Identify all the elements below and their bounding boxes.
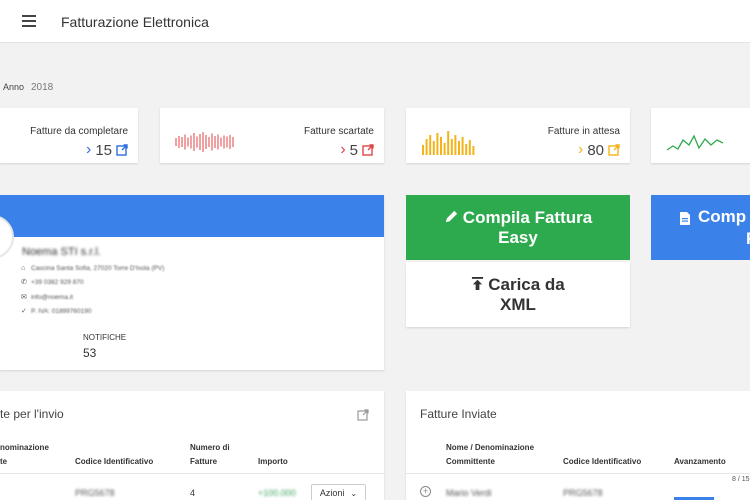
actions-dropdown-button[interactable]: Azioni ⌄ xyxy=(311,484,366,500)
column-header-name[interactable]: nominazione te xyxy=(0,441,49,469)
external-link-icon[interactable] xyxy=(116,144,128,156)
bar-mark xyxy=(454,135,457,155)
stat-value: › 80 xyxy=(578,141,620,159)
bar-mark xyxy=(432,141,435,155)
chevron-right-icon: › xyxy=(85,141,92,158)
stat-card-sent[interactable] xyxy=(651,108,750,163)
stat-value: › 15 xyxy=(86,141,128,159)
menu-icon[interactable] xyxy=(22,15,36,27)
email-row: ✉ info@noema.it xyxy=(21,294,74,301)
stat-card-rejected[interactable]: Fatture scartate › 5 xyxy=(160,108,384,163)
document-icon xyxy=(680,212,690,225)
bar-mark xyxy=(458,141,460,155)
compile-easy-label: Compila Fattura Easy xyxy=(423,208,613,248)
pending-bar-chart xyxy=(422,131,475,155)
row-amount: +100.000 xyxy=(258,488,296,498)
stat-value: › 5 xyxy=(340,141,374,159)
compile-full-button[interactable]: Comp F xyxy=(651,195,750,260)
compile-full-label-line2: F xyxy=(746,229,750,249)
column-header-progress[interactable]: Avanzamento xyxy=(674,455,726,469)
bar-mark xyxy=(436,133,439,155)
profile-header xyxy=(0,195,384,237)
external-link-icon[interactable] xyxy=(362,144,374,156)
rejected-sparkline xyxy=(175,132,234,152)
stat-count: 5 xyxy=(349,141,358,159)
column-header-code[interactable]: Codice Identificativo xyxy=(75,455,153,469)
pencil-icon xyxy=(445,210,457,222)
bar-mark xyxy=(465,144,468,155)
notifications-label: NOTIFICHE xyxy=(83,333,127,342)
chevron-down-icon: ⌄ xyxy=(350,488,358,498)
column-header-code[interactable]: Codice Identificativo xyxy=(563,455,641,469)
year-label: Anno xyxy=(3,82,25,92)
column-header-name[interactable]: Nome / Denominazione Committente xyxy=(446,441,534,469)
bar-mark xyxy=(440,137,442,155)
bar-mark xyxy=(422,145,424,155)
stat-card-pending[interactable]: Fatture in attesa › 80 xyxy=(406,108,630,163)
check-icon: ✓ xyxy=(21,308,27,315)
ready-to-send-panel: te per l'invio nominazione te Codice Ide… xyxy=(0,391,384,500)
bar-mark xyxy=(429,135,432,155)
panel-title: Fatture Inviate xyxy=(420,407,497,421)
company-name: Noema STI s.r.l. xyxy=(22,246,101,258)
stat-card-to-complete[interactable]: Fatture da completare › 15 xyxy=(0,108,138,163)
panel-title: te per l'invio xyxy=(0,407,64,421)
top-app-bar: Fatturazione Elettronica xyxy=(0,0,750,43)
phone-icon: ✆ xyxy=(21,279,27,286)
home-icon: ⌂ xyxy=(21,265,26,272)
mail-icon: ✉ xyxy=(21,294,27,301)
column-header-amount[interactable]: Importo xyxy=(258,455,288,469)
bar-mark xyxy=(450,139,453,155)
bar-mark xyxy=(443,143,446,155)
upload-xml-button[interactable]: Carica da XML xyxy=(406,262,630,327)
bar-mark xyxy=(468,140,471,155)
stat-title: Fatture in attesa xyxy=(547,126,620,137)
chevron-right-icon: › xyxy=(340,141,346,158)
divider xyxy=(406,473,750,474)
expand-plus-icon[interactable]: + xyxy=(420,486,431,497)
bar-mark xyxy=(461,137,464,155)
bar-mark xyxy=(447,131,450,155)
sent-line-chart xyxy=(666,134,724,151)
vat-row: ✓ P. IVA: 01899760190 xyxy=(21,308,92,315)
column-header-count[interactable]: Numero di Fatture xyxy=(190,441,230,469)
compile-easy-button[interactable]: Compila Fattura Easy xyxy=(406,195,630,260)
progress-text: 8 / 15 xyxy=(732,476,750,483)
year-select[interactable]: 2018 xyxy=(31,82,53,93)
stat-title: Fatture scartate xyxy=(303,126,374,137)
stat-count: 15 xyxy=(95,141,112,159)
row-code: PRG5678 xyxy=(563,488,603,498)
company-profile-card: Noema STI s.r.l. ⌂ Cascina Santa Sofia, 2… xyxy=(0,195,384,370)
bar-mark xyxy=(425,139,428,155)
compile-full-label: Comp xyxy=(698,207,747,226)
divider xyxy=(0,473,384,474)
notifications-count: 53 xyxy=(83,346,97,360)
actions-label: Azioni xyxy=(319,488,345,498)
external-link-icon[interactable] xyxy=(608,144,620,156)
external-link-icon[interactable] xyxy=(357,409,369,421)
upload-xml-label: Carica da XML xyxy=(453,275,583,315)
sent-invoices-panel: Fatture Inviate Nome / Denominazione Com… xyxy=(406,391,750,500)
row-count: 4 xyxy=(190,488,196,498)
row-name: Mario Verdi xyxy=(446,488,492,498)
chevron-right-icon: › xyxy=(577,141,584,158)
stat-count: 80 xyxy=(587,141,604,159)
bar-mark xyxy=(472,146,475,155)
app-title: Fatturazione Elettronica xyxy=(61,14,209,30)
phone-row: ✆ +39 0382 929 870 xyxy=(21,279,84,286)
stat-title: Fatture da completare xyxy=(30,126,128,137)
upload-icon xyxy=(472,276,484,290)
row-code: PRG5678 xyxy=(75,488,115,498)
address-row: ⌂ Cascina Santa Sofia, 27020 Torre D'Isol… xyxy=(21,265,165,272)
